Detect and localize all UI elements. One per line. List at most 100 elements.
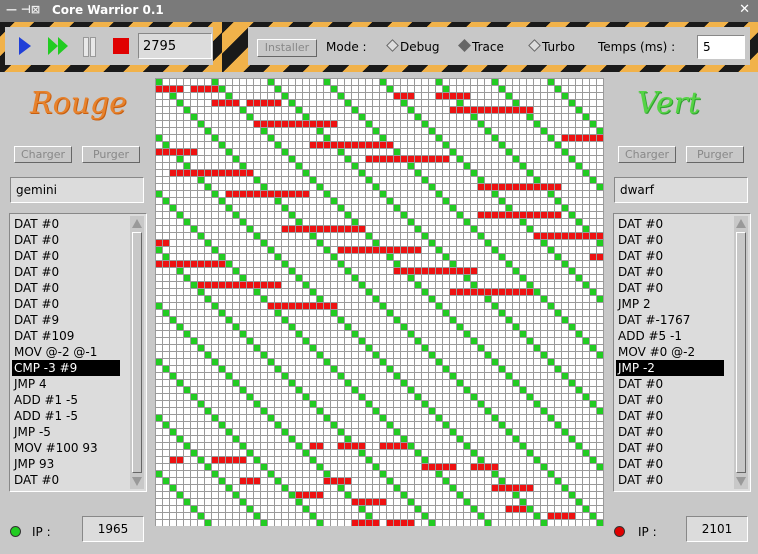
green-core-cell — [310, 457, 316, 463]
red-instruction-item[interactable]: DAT #109 — [12, 328, 120, 344]
green-core-cell — [170, 317, 176, 323]
green-instruction-item[interactable]: DAT #0 — [616, 280, 724, 296]
green-core-cell — [352, 219, 358, 225]
green-core-cell — [429, 296, 435, 302]
green-core-cell — [352, 163, 358, 169]
green-warrior-name[interactable]: dwarf — [614, 177, 748, 203]
green-core-cell — [317, 408, 323, 414]
mode-turbo-radio[interactable]: Turbo — [528, 39, 575, 54]
green-core-cell — [534, 457, 540, 463]
red-instruction-item[interactable]: JMP 93 — [12, 456, 120, 472]
green-instruction-item[interactable]: DAT #0 — [616, 440, 724, 456]
green-instruction-item[interactable]: DAT #0 — [616, 264, 724, 280]
red-load-button[interactable]: Charger — [14, 146, 72, 163]
green-instruction-item[interactable]: DAT #0 — [616, 248, 724, 264]
green-core-cell — [345, 156, 351, 162]
scroll-up-icon[interactable] — [736, 219, 746, 228]
scroll-thumb[interactable] — [132, 232, 142, 473]
green-core-cell — [443, 254, 449, 260]
close-icon[interactable]: ✕ — [739, 2, 750, 17]
green-instruction-item[interactable]: DAT #0 — [616, 408, 724, 424]
green-core-cell — [541, 296, 547, 302]
green-list-scrollbar[interactable] — [734, 216, 748, 489]
red-list-scrollbar[interactable] — [130, 216, 144, 489]
red-instruction-item[interactable]: ADD #1 -5 — [12, 408, 120, 424]
green-core-cell — [247, 114, 253, 120]
red-instruction-item[interactable]: ADD #1 -5 — [12, 392, 120, 408]
green-core-cell — [324, 135, 330, 141]
green-core-cell — [212, 135, 218, 141]
green-core-cell — [457, 100, 463, 106]
green-instruction-item[interactable]: DAT #0 — [616, 392, 724, 408]
green-core-cell — [177, 212, 183, 218]
red-core-segment — [436, 93, 470, 99]
red-instruction-item[interactable]: DAT #0 — [12, 264, 120, 280]
green-core-cell — [212, 79, 218, 85]
red-instruction-item[interactable]: JMP 4 — [12, 376, 120, 392]
green-instruction-item[interactable]: DAT #0 — [616, 376, 724, 392]
green-instruction-item[interactable]: DAT #0 — [616, 424, 724, 440]
green-instruction-item[interactable]: JMP 2 — [616, 296, 724, 312]
green-core-cell — [394, 261, 400, 267]
red-instruction-item[interactable]: DAT #9 — [12, 312, 120, 328]
mode-debug-radio[interactable]: Debug — [386, 39, 439, 54]
green-core-cell — [583, 394, 589, 400]
green-core-cell — [247, 394, 253, 400]
green-instruction-item[interactable]: DAT #0 — [616, 216, 724, 232]
green-core-cell — [422, 401, 428, 407]
green-instruction-item[interactable]: DAT #-1767 — [616, 312, 724, 328]
red-instruction-list[interactable]: DAT #0 DAT #0 DAT #0 DAT #0 DAT #0 DAT #0 DAT … — [9, 213, 147, 492]
green-core-cell — [534, 513, 540, 519]
red-instruction-item[interactable]: DAT #0 — [12, 216, 120, 232]
green-instruction-item[interactable]: DAT #0 — [616, 456, 724, 472]
green-core-cell — [506, 93, 512, 99]
green-core-cell — [569, 212, 575, 218]
scroll-down-icon[interactable] — [132, 477, 142, 486]
red-instruction-item[interactable]: DAT #0 — [12, 232, 120, 248]
red-core-segment — [212, 457, 246, 463]
red-instruction-item[interactable]: DAT #0 — [12, 472, 120, 488]
time-input[interactable]: 5 — [697, 35, 745, 59]
install-button[interactable]: Installer — [257, 39, 317, 57]
red-instruction-item[interactable]: DAT #0 — [12, 296, 120, 312]
green-core-cell — [212, 247, 218, 253]
play-icon[interactable] — [19, 37, 31, 55]
green-instruction-item[interactable]: DAT #0 — [616, 472, 724, 488]
green-instruction-item[interactable]: ADD #5 -1 — [616, 328, 724, 344]
red-instruction-item[interactable]: MOV #100 93 — [12, 440, 120, 456]
green-core-cell — [156, 471, 162, 477]
scroll-up-icon[interactable] — [132, 219, 142, 228]
green-core-cell — [429, 128, 435, 134]
green-core-cell — [373, 408, 379, 414]
green-instruction-item[interactable]: DAT #0 — [616, 232, 724, 248]
green-core-cell — [555, 198, 561, 204]
green-core-cell — [471, 226, 477, 232]
window-menu-icons[interactable]: — ⊣⊠ — [6, 3, 40, 16]
green-instruction-list[interactable]: DAT #0 DAT #0 DAT #0 DAT #0 DAT #0 JMP 2 DAT #… — [613, 213, 751, 492]
green-core-cell — [499, 86, 505, 92]
pause-icon[interactable] — [83, 37, 96, 57]
green-instruction-item[interactable]: JMP -2 — [616, 360, 724, 376]
red-instruction-item[interactable]: DAT #0 — [12, 280, 120, 296]
stop-icon[interactable] — [113, 38, 129, 54]
fast-forward-icon[interactable] — [48, 37, 72, 55]
green-core-cell — [436, 191, 442, 197]
red-instruction-item[interactable]: DAT #0 — [12, 248, 120, 264]
green-core-cell — [506, 149, 512, 155]
red-warrior-name[interactable]: gemini — [10, 177, 144, 203]
red-purge-button[interactable]: Purger — [82, 146, 140, 163]
green-instruction-item[interactable]: MOV #0 @-2 — [616, 344, 724, 360]
red-instruction-item[interactable]: JMP -5 — [12, 424, 120, 440]
red-instruction-item[interactable]: CMP -3 #9 — [12, 360, 120, 376]
red-instruction-item[interactable]: MOV @-2 @-1 — [12, 344, 120, 360]
green-core-cell — [457, 156, 463, 162]
scroll-thumb[interactable] — [736, 232, 746, 473]
green-load-button[interactable]: Charger — [618, 146, 676, 163]
scroll-down-icon[interactable] — [736, 477, 746, 486]
window-title: Core Warrior 0.1 — [52, 3, 164, 17]
mode-trace-radio[interactable]: Trace — [458, 39, 504, 54]
green-core-cell — [282, 429, 288, 435]
green-core-cell — [191, 506, 197, 512]
green-core-cell — [184, 499, 190, 505]
green-purge-button[interactable]: Purger — [686, 146, 744, 163]
